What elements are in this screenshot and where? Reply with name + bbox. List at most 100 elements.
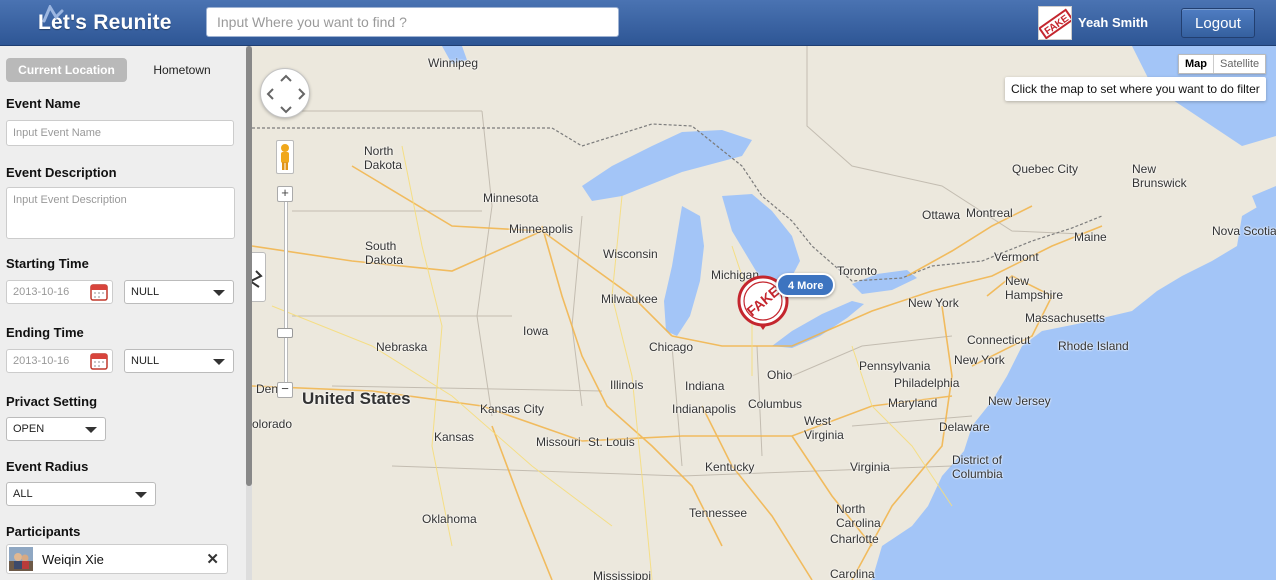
map-label: Toronto <box>837 264 878 278</box>
map-label: Delaware <box>939 420 990 434</box>
map-filter-hint: Click the map to set where you want to d… <box>1005 77 1266 101</box>
logo-icon <box>42 5 64 23</box>
starting-date-value: 2013-10-16 <box>13 286 70 298</box>
top-bar: Let's Reunite FAKE Yeah Smith Logout <box>0 0 1276 46</box>
zoom-out-button[interactable]: − <box>277 382 293 398</box>
privacy-setting-select[interactable]: OPEN <box>6 417 106 441</box>
map-label: South Dakota <box>365 239 404 267</box>
map-label: St. Louis <box>588 435 635 449</box>
map-label: Ohio <box>767 368 793 382</box>
ending-time-select[interactable]: NULL <box>124 349 234 373</box>
map-label: Nebraska <box>376 340 428 354</box>
map-label: Connecticut <box>967 333 1031 347</box>
fake-stamp-avatar-icon: FAKE <box>1039 7 1071 39</box>
filter-sidebar: Current Location Hometown Event Name Eve… <box>0 46 246 580</box>
map-label: North Dakota <box>364 144 403 172</box>
ending-time-value: NULL <box>131 355 160 367</box>
logout-button[interactable]: Logout <box>1181 8 1255 38</box>
map-label: Columbus <box>748 397 803 411</box>
map-label: olorado <box>252 417 293 431</box>
map-type-map-button[interactable]: Map <box>1179 55 1213 73</box>
map-label: Missouri <box>536 435 581 449</box>
map-type-satellite-button[interactable]: Satellite <box>1213 55 1265 73</box>
map-label: Pennsylvania <box>859 359 931 373</box>
map-label: Massachusetts <box>1025 311 1106 325</box>
map-label: Charlotte <box>830 532 879 546</box>
pan-arrows-icon <box>266 74 306 114</box>
map-canvas[interactable]: Winnipeg North Dakota Minnesota Minneapol… <box>252 46 1276 580</box>
sidebar-collapse-button[interactable] <box>252 252 266 302</box>
map-label: Kentucky <box>705 460 755 474</box>
event-name-label: Event Name <box>6 96 81 111</box>
chevron-down-icon <box>213 359 225 365</box>
map-label: New Brunswick <box>1132 162 1187 190</box>
event-description-input[interactable] <box>6 187 235 239</box>
starting-time-value: NULL <box>131 286 160 298</box>
participants-label: Participants <box>6 524 81 539</box>
map-label: Minneapolis <box>509 222 574 236</box>
ending-time-label: Ending Time <box>6 325 84 340</box>
cluster-more-badge[interactable]: 4 More <box>776 273 836 297</box>
starting-time-select[interactable]: NULL <box>124 280 234 304</box>
map-label: Nova Scotia <box>1212 224 1276 238</box>
zoom-slider-thumb[interactable] <box>277 328 293 338</box>
map-label: New Jersey <box>988 394 1051 408</box>
starting-date-input[interactable]: 2013-10-16 <box>6 280 113 304</box>
map-label: Kansas City <box>480 402 545 416</box>
chevron-down-icon <box>213 290 225 296</box>
zoom-in-button[interactable]: + <box>277 186 293 202</box>
map-label: Chicago <box>649 340 694 354</box>
map-type-toggle: Map Satellite <box>1178 54 1267 74</box>
calendar-icon[interactable] <box>90 352 108 370</box>
tab-current-location[interactable]: Current Location <box>6 58 127 82</box>
event-radius-select[interactable]: ALL <box>6 482 156 506</box>
event-radius-label: Event Radius <box>6 459 89 474</box>
chevron-down-icon <box>135 492 147 498</box>
participant-avatar <box>9 547 33 571</box>
location-search-input[interactable] <box>206 7 619 37</box>
map-label: New Hampshire <box>1005 274 1064 302</box>
participant-photo-icon <box>9 547 33 571</box>
map-label: Rhode Island <box>1058 339 1129 353</box>
event-name-input[interactable] <box>6 120 234 146</box>
map-label: New York <box>954 353 1005 367</box>
user-avatar[interactable]: FAKE <box>1038 6 1072 40</box>
participant-name: Weiqin Xie <box>42 552 104 567</box>
privacy-setting-label: Privact Setting <box>6 394 98 409</box>
map-label: Oklahoma <box>422 512 477 526</box>
location-tabs: Current Location Hometown <box>6 58 237 82</box>
map-label: West Virginia <box>804 414 844 442</box>
close-icon[interactable]: ✕ <box>206 550 219 568</box>
map-label: Ottawa <box>922 208 961 222</box>
map-label: Indiana <box>685 379 725 393</box>
zoom-slider-track[interactable] <box>284 196 288 396</box>
map-label: Wisconsin <box>603 247 658 261</box>
collapse-arrows-icon <box>252 270 263 288</box>
starting-time-label: Starting Time <box>6 256 89 271</box>
map-pan-control[interactable] <box>260 68 310 118</box>
map-label: United States <box>302 389 411 408</box>
map-label: Mississippi <box>593 569 652 580</box>
participant-item: Weiqin Xie ✕ <box>6 544 228 574</box>
map-label: Winnipeg <box>428 56 479 70</box>
map-label: Maryland <box>888 396 938 410</box>
map-label: Quebec City <box>1012 162 1079 176</box>
chevron-down-icon <box>85 427 97 433</box>
calendar-icon[interactable] <box>90 283 108 301</box>
app-logo[interactable]: Let's Reunite <box>38 5 172 38</box>
map-label: Philadelphia <box>894 376 960 390</box>
tab-hometown[interactable]: Hometown <box>127 58 237 82</box>
street-view-pegman[interactable] <box>276 140 294 174</box>
user-name[interactable]: Yeah Smith <box>1078 15 1148 30</box>
map-label: Tennessee <box>689 506 748 520</box>
ending-date-input[interactable]: 2013-10-16 <box>6 349 113 373</box>
map-label: Kansas <box>434 430 475 444</box>
map-label: District of Columbia <box>952 453 1003 481</box>
map-label: North Carolina <box>836 502 881 530</box>
map-label: Maine <box>1074 230 1107 244</box>
event-description-label: Event Description <box>6 165 117 180</box>
map-label: Den <box>256 382 279 396</box>
map-label: Iowa <box>523 324 549 338</box>
map-label: Milwaukee <box>601 292 658 306</box>
map-label: Montreal <box>966 206 1013 220</box>
